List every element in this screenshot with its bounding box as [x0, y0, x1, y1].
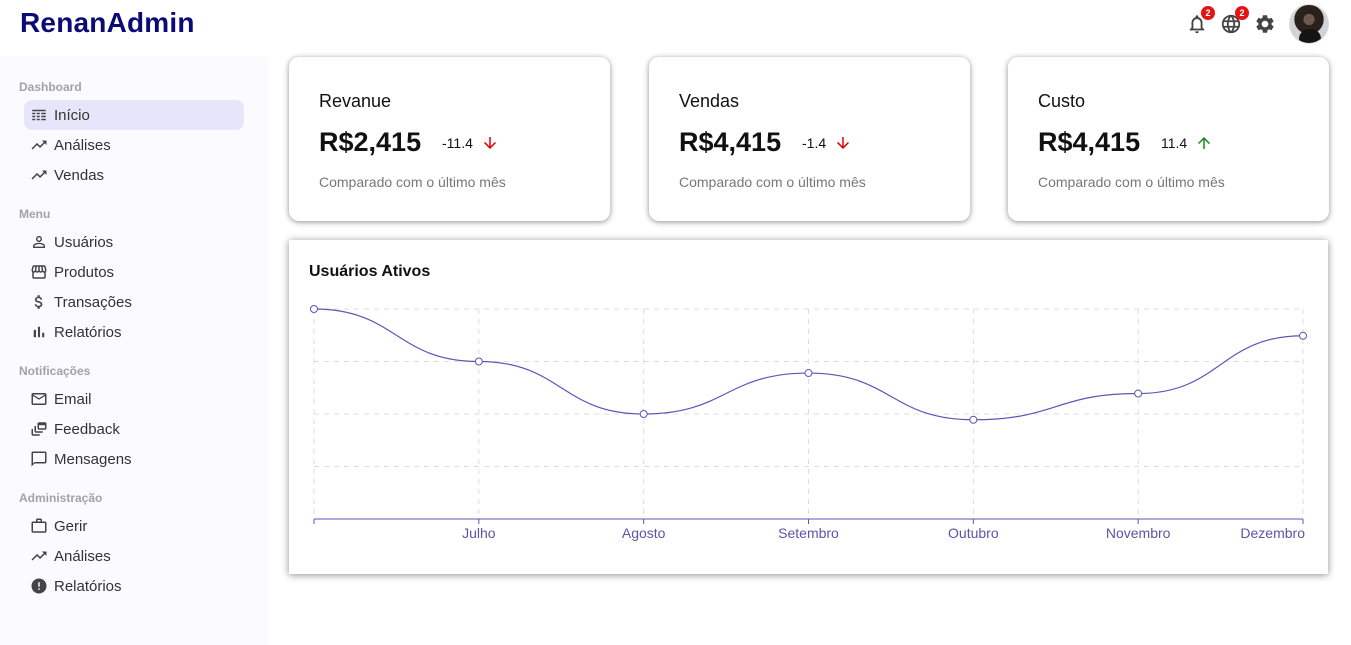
- x-tick-label: Novembro: [1106, 525, 1171, 541]
- sidebar-item-label: Email: [54, 390, 92, 408]
- sidebar-item[interactable]: Análises: [24, 130, 244, 160]
- card-title: Revanue: [319, 91, 392, 111]
- sidebar-item-label: Feedback: [54, 420, 120, 438]
- arrow-down-icon: [483, 137, 496, 149]
- user-avatar[interactable]: [1289, 4, 1329, 44]
- gear-icon: [1256, 15, 1274, 33]
- sidebar-item-label: Usuários: [54, 233, 114, 251]
- sidebar-section-title: Administração: [19, 491, 103, 505]
- sidebar-item[interactable]: Gerir: [24, 511, 244, 541]
- sidebar-item[interactable]: Usuários: [24, 227, 244, 257]
- briefcase-icon: [30, 517, 48, 535]
- chart-canvas: Julho Agosto Setembro Outubro Novembro Dezemb…: [310, 305, 1307, 541]
- stat-card: Vendas R$4,415 -1.4 Comparado com o último …: [649, 57, 970, 221]
- sidebar: Dashboard Início Análises Vendas Menu Usuário…: [0, 57, 268, 645]
- sidebar-item[interactable]: Mensagens: [24, 444, 244, 474]
- dollar-icon: [30, 293, 48, 311]
- language-badge: 2: [1235, 6, 1249, 20]
- sidebar-section-title: Menu: [19, 207, 51, 221]
- stat-card: Revanue R$2,415 -11.4 Comparado com o últim…: [289, 57, 610, 221]
- card-value: R$4,415: [679, 127, 782, 157]
- settings-button[interactable]: [1253, 12, 1277, 36]
- sidebar-item-label: Análises: [54, 547, 111, 565]
- card-rate: -1.4: [802, 134, 852, 152]
- sidebar-item-label: Produtos: [54, 263, 115, 281]
- card-subtitle: Comparado com o último mês: [319, 174, 506, 190]
- x-tick-label: Outubro: [948, 525, 999, 541]
- card-rate: 11.4: [1161, 134, 1213, 152]
- trending-up-icon: [30, 166, 48, 184]
- notifications-badge: 2: [1201, 6, 1215, 20]
- sidebar-item-label: Início: [54, 106, 90, 124]
- sidebar-item-label: Relatórios: [54, 577, 122, 595]
- active-users-chart: Julho Agosto Setembro Outubro Novembro Dezemb…: [289, 240, 1328, 574]
- card-value: R$2,415: [319, 127, 422, 157]
- chart-title: Usuários Ativos: [309, 263, 431, 280]
- chart-grid: [313, 308, 1304, 520]
- notifications-button[interactable]: 2: [1185, 6, 1215, 36]
- chat-bubble-icon: [30, 450, 48, 468]
- card-rate-value: -1.4: [802, 135, 827, 151]
- card-title: Vendas: [679, 91, 740, 111]
- sidebar-item[interactable]: Transações: [24, 287, 244, 317]
- language-button[interactable]: 2: [1219, 6, 1249, 36]
- card-subtitle: Comparado com o último mês: [679, 174, 866, 190]
- sidebar-item[interactable]: Análises: [24, 541, 244, 571]
- sidebar-section-title: Dashboard: [19, 80, 82, 94]
- storefront-icon: [30, 263, 48, 281]
- data-point: [639, 410, 648, 418]
- sidebar-item[interactable]: Produtos: [24, 257, 244, 287]
- sidebar-item[interactable]: Vendas: [24, 160, 244, 190]
- card-subtitle: Comparado com o último mês: [1038, 174, 1225, 190]
- sidebar-item-label: Transações: [54, 293, 132, 311]
- data-point: [969, 415, 978, 424]
- trending-up-icon: [30, 136, 48, 154]
- dynamic-feed-icon: [30, 420, 48, 438]
- app-logo[interactable]: RenanAdmin: [20, 7, 195, 39]
- card-rate: -11.4: [442, 134, 499, 152]
- bar-chart-icon: [30, 323, 48, 341]
- x-tick-label: Agosto: [622, 525, 666, 541]
- data-point: [310, 305, 318, 313]
- sidebar-item-label: Gerir: [54, 517, 88, 535]
- sidebar-item-label: Relatórios: [54, 323, 122, 341]
- data-point: [804, 369, 813, 378]
- sidebar-item[interactable]: Início: [24, 100, 244, 130]
- sidebar-section-title: Notificações: [19, 364, 91, 378]
- x-tick-label: Dezembro: [1240, 525, 1305, 541]
- person-icon: [30, 233, 48, 251]
- stat-card: Custo R$4,415 11.4 Comparado com o último m…: [1008, 57, 1329, 221]
- mail-icon: [30, 390, 48, 408]
- data-point: [474, 357, 483, 366]
- sidebar-item[interactable]: Email: [24, 384, 244, 414]
- data-point: [1299, 331, 1307, 340]
- sidebar-item[interactable]: Relatórios: [24, 571, 244, 601]
- sidebar-item-label: Vendas: [54, 166, 105, 184]
- sidebar-item-label: Análises: [54, 136, 111, 154]
- x-tick-label: Julho: [462, 525, 496, 541]
- card-rate-value: -11.4: [442, 135, 473, 151]
- trending-up-icon: [30, 547, 48, 565]
- x-tick-label: Setembro: [778, 525, 839, 541]
- arrow-up-icon: [1198, 137, 1211, 149]
- sidebar-item[interactable]: Feedback: [24, 414, 244, 444]
- card-value: R$4,415: [1038, 127, 1141, 157]
- card-title: Custo: [1038, 91, 1086, 111]
- card-rate-value: 11.4: [1161, 135, 1188, 151]
- top-icons: 2 2: [1175, 4, 1329, 44]
- arrow-down-icon: [837, 137, 850, 149]
- data-point: [1134, 389, 1143, 398]
- sidebar-item-label: Mensagens: [54, 450, 132, 468]
- top-bar: RenanAdmin 2 2: [0, 0, 1351, 50]
- dashboard-icon: [30, 106, 48, 124]
- sidebar-item[interactable]: Relatórios: [24, 317, 244, 347]
- report-icon: [30, 577, 48, 595]
